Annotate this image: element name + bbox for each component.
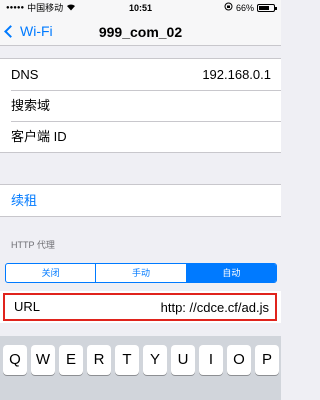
key-e[interactable]: E — [59, 345, 83, 375]
renew-lease-button[interactable]: 续租 — [0, 185, 281, 216]
battery-icon — [257, 4, 277, 12]
key-i[interactable]: I — [199, 345, 223, 375]
client-id-row[interactable]: 客户端 ID — [0, 121, 281, 152]
key-q[interactable]: Q — [3, 345, 27, 375]
dns-row[interactable]: DNS 192.168.0.1 — [0, 59, 281, 90]
key-t[interactable]: T — [115, 345, 139, 375]
status-bar: ●●●●● 中国移动 10:51 66% — [0, 0, 281, 16]
key-y[interactable]: Y — [143, 345, 167, 375]
key-w[interactable]: W — [31, 345, 55, 375]
network-info-group: DNS 192.168.0.1 搜索域 客户端 ID — [0, 58, 281, 153]
url-row: URL — [0, 291, 281, 323]
url-input[interactable] — [129, 298, 269, 316]
key-p[interactable]: P — [255, 345, 279, 375]
search-domain-label: 搜索域 — [11, 98, 51, 113]
proxy-option-manual[interactable]: 手动 — [95, 264, 185, 282]
http-proxy-header: HTTP 代理 — [11, 240, 55, 250]
http-proxy-segmented-control: 关闭 手动 自动 — [5, 263, 277, 283]
client-id-label: 客户端 ID — [11, 129, 67, 144]
key-u[interactable]: U — [171, 345, 195, 375]
key-o[interactable]: O — [227, 345, 251, 375]
status-right: 66% — [224, 0, 277, 16]
url-highlight-box: URL — [3, 293, 277, 321]
rotation-lock-icon — [224, 0, 233, 16]
page-title: 999_com_02 — [98, 24, 183, 40]
key-r[interactable]: R — [87, 345, 111, 375]
proxy-option-auto[interactable]: 自动 — [185, 264, 276, 282]
dns-value: 192.168.0.1 — [202, 67, 271, 82]
url-label: URL — [14, 299, 41, 314]
dns-label: DNS — [11, 67, 39, 82]
search-domain-row[interactable]: 搜索域 — [0, 90, 281, 121]
renew-group: 续租 — [0, 184, 281, 217]
nav-bar: Wi-Fi 999_com_02 — [0, 16, 281, 46]
battery-percent: 66% — [235, 3, 254, 13]
proxy-option-off[interactable]: 关闭 — [6, 264, 95, 282]
keyboard: Q W E R T Y U I O P — [0, 336, 281, 400]
